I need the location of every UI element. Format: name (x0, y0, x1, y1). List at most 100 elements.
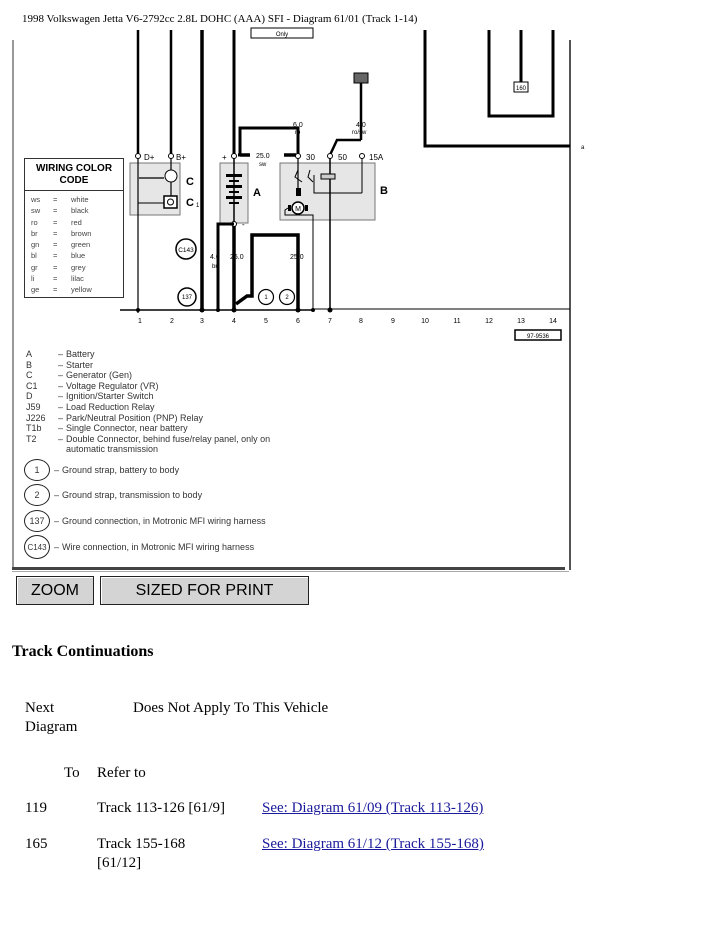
ground-desc: Ground strap, transmission to body (62, 490, 203, 500)
legend-eq: = (53, 195, 58, 204)
zoom-button[interactable]: ZOOM (16, 576, 94, 605)
legend-color: brown (71, 228, 92, 238)
legend-rows: ws = white sw = black ro = red br = brown gn = green bl… (25, 191, 123, 296)
wire-label-25a: 25.0 (230, 254, 244, 261)
terminal-b-plus-label: B+ (176, 153, 186, 162)
terminal-30-label: 30 (306, 153, 315, 162)
legend-color: blue (71, 251, 86, 261)
terminal-plus (231, 153, 237, 159)
key-dash: – (58, 391, 64, 402)
legend-abbr: gr (31, 262, 38, 272)
row-2-refer: Track 155-168 [61/12] (97, 836, 186, 871)
legend-row: li = lilac (25, 273, 123, 284)
component-key-row: T1b – Single Connector, near battery (26, 423, 270, 434)
ground-desc: Ground strap, battery to body (62, 465, 180, 475)
terminal-50 (327, 153, 333, 159)
wire-4br (216, 222, 234, 310)
wire-label-25sw-size: 25.0 (256, 153, 270, 160)
ground-key-row: 2– Ground strap, transmission to body (24, 484, 202, 506)
legend-eq: = (53, 274, 58, 284)
legend-abbr: li (31, 274, 35, 284)
track-number: 5 (264, 318, 268, 325)
ground-key-row: 137– Ground connection, in Motronic MFI w… (24, 510, 266, 532)
edge-marker: a (581, 145, 585, 151)
legend-row: bl = blue (25, 250, 123, 261)
ground-137-label: 137 (182, 295, 193, 301)
row-1-link[interactable]: See: Diagram 61/09 (Track 113-126) (262, 799, 483, 818)
component-code: A (26, 349, 33, 359)
wire-label-4br-color: br (212, 264, 217, 270)
legend-abbr: sw (31, 206, 41, 216)
legend-abbr: ge (31, 285, 40, 295)
figure-id: 97-9536 (527, 334, 550, 340)
key-dash: – (58, 401, 64, 412)
component-desc-continued: automatic transmission (66, 444, 159, 455)
track-number: 13 (517, 318, 525, 325)
component-c1-sub: 1 (196, 203, 200, 209)
legend-row: ge = yellow (25, 284, 123, 295)
terminal-15a (359, 153, 365, 159)
track-number: 1 (138, 318, 142, 325)
component-c-label: C (186, 176, 194, 188)
wire-label-4br-size: 4.0 (210, 254, 220, 261)
component-code: T2 (26, 433, 37, 444)
ground-desc: Ground connection, in Motronic MFI wirin… (62, 516, 266, 526)
terminal-b-plus (168, 153, 174, 159)
component-key-row: T2 – Double Connector, behind fuse/relay p… (26, 434, 270, 445)
track-number: 10 (421, 318, 429, 325)
terminal-15a-label: 15A (369, 153, 384, 162)
row-1-refer: Track 113-126 [61/9] (97, 800, 226, 816)
wire-label-4rosw-size: 4.0 (356, 122, 366, 129)
key-dash: – (58, 423, 64, 434)
legend-abbr: bl (31, 251, 37, 261)
component-desc: Double Connector, behind fuse/relay pane… (66, 433, 271, 444)
key-dash: – (54, 516, 60, 526)
track-number: 11 (453, 318, 460, 325)
component-desc: Park/Neutral Position (PNP) Relay (66, 412, 204, 423)
legend-color: green (71, 240, 91, 250)
relay-j226 (353, 72, 369, 84)
component-key-row: D – Ignition/Starter Switch (26, 391, 270, 402)
legend-row: sw = black (25, 205, 123, 216)
component-b-label: B (380, 185, 388, 197)
component-key-row: C – Generator (Gen) (26, 370, 270, 381)
component-a-label: A (253, 187, 261, 199)
connector-j59-label: 160 (516, 86, 527, 92)
sized-for-print-button[interactable]: SIZED FOR PRINT (100, 576, 309, 605)
component-desc: Battery (66, 349, 95, 359)
row-2-link[interactable]: See: Diagram 61/12 (Track 155-168) (262, 835, 484, 854)
column-header-to: To (64, 765, 80, 781)
track-number: 7 (328, 318, 332, 325)
legend-eq: = (53, 262, 58, 272)
component-key-row: A – Battery (26, 349, 270, 360)
key-dash: – (54, 542, 60, 552)
legend-eq: = (53, 251, 58, 261)
legend-row: br = brown (25, 228, 123, 239)
track-number: 3 (200, 318, 204, 325)
motor-label: M (295, 206, 301, 213)
legend-color: black (71, 206, 89, 216)
voltage-regulator-symbol (163, 195, 178, 209)
legend-color: grey (71, 262, 86, 272)
component-code: J59 (26, 401, 41, 412)
component-key-row: J59 – Load Reduction Relay (26, 402, 270, 413)
track-number: 8 (359, 318, 363, 325)
terminal-minus-label: - (242, 220, 245, 229)
component-key: A – Battery B – Starter C – Generator (Gen) C1– Vo… (26, 349, 270, 455)
terminal-50-label: 50 (338, 153, 347, 162)
component-code: D (26, 391, 33, 402)
legend-eq: = (53, 228, 58, 238)
component-key-row: C1 – Voltage Regulator (VR) (26, 381, 270, 392)
track-number: 2 (170, 318, 174, 325)
legend-row: gn = green (25, 239, 123, 250)
key-dash: – (58, 359, 64, 370)
wire-label-25b: 25.0 (290, 254, 304, 261)
component-code: C (26, 370, 33, 381)
ground-symbol-icon: C143 (24, 535, 50, 559)
track-number: 12 (485, 318, 493, 325)
component-desc: Generator (Gen) (66, 370, 133, 381)
legend-eq: = (53, 206, 58, 216)
legend-color: red (71, 217, 82, 227)
legend-eq: = (53, 240, 58, 250)
legend-color: white (71, 195, 89, 204)
